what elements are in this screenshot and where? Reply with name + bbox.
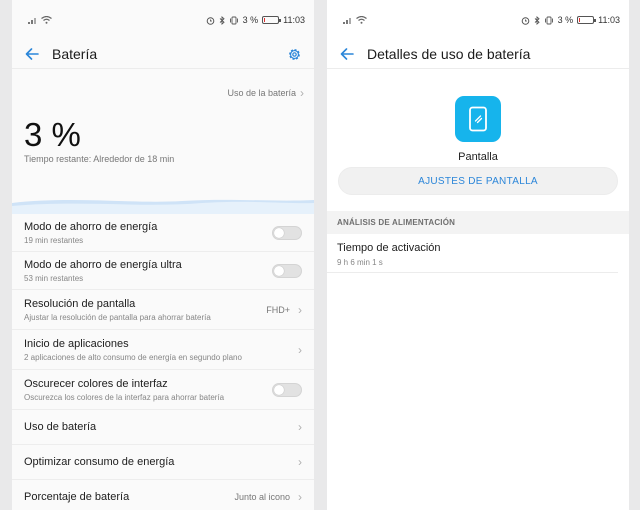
battery-screen: 3 % 11:03 Batería Uso de la batería › 3 … — [12, 0, 314, 510]
status-bar: 3 % 11:03 — [12, 0, 314, 40]
item-title: Modo de ahorro de energía — [24, 220, 158, 233]
page-title: Detalles de uso de batería — [367, 46, 531, 62]
percentage-position-value: Junto al icono — [234, 492, 290, 502]
ultra-power-saving-toggle[interactable] — [272, 263, 302, 278]
battery-usage-link[interactable]: Uso de la batería › — [12, 69, 314, 103]
item-title: Optimizar consumo de energía — [24, 456, 175, 468]
clock: 11:03 — [598, 15, 620, 25]
list-item-battery-usage[interactable]: Uso de batería › — [12, 410, 314, 445]
clock: 11:03 — [283, 15, 305, 25]
alarm-icon — [521, 16, 529, 25]
back-arrow-icon[interactable] — [337, 44, 357, 64]
wifi-icon — [41, 16, 52, 24]
list-item-power-saving[interactable]: Modo de ahorro de energía 19 min restant… — [12, 214, 314, 252]
battery-wave — [12, 199, 314, 214]
battery-usage-link-label: Uso de la batería — [227, 88, 296, 98]
wifi-icon — [356, 16, 367, 24]
divider — [327, 68, 629, 69]
display-settings-button[interactable]: AJUSTES DE PANTALLA — [338, 167, 618, 195]
detail-value: 9 h 6 min 1 s — [337, 258, 383, 267]
back-arrow-icon[interactable] — [22, 44, 42, 64]
item-subtitle: Ajustar la resolución de pantalla para a… — [24, 312, 211, 322]
item-title: Oscurecer colores de interfaz — [24, 377, 168, 390]
app-bar: Batería — [12, 40, 314, 68]
page-title: Batería — [52, 46, 98, 62]
chevron-right-icon: › — [298, 420, 302, 434]
alarm-icon — [206, 16, 214, 25]
app-name: Pantalla — [458, 151, 498, 163]
darken-colors-toggle[interactable] — [272, 382, 302, 397]
chevron-right-icon: › — [298, 342, 302, 357]
battery-percent-text: 3 % — [242, 15, 259, 25]
item-subtitle: 53 min restantes — [24, 273, 84, 283]
list-item-battery-percentage[interactable]: Porcentaje de batería Junto al icono › — [12, 480, 314, 510]
item-title: Modo de ahorro de energía ultra — [24, 258, 182, 271]
gear-icon[interactable] — [284, 44, 304, 64]
chevron-right-icon: › — [298, 302, 302, 317]
vibrate-icon — [229, 16, 238, 24]
item-subtitle: 19 min restantes — [24, 235, 84, 245]
remaining-time: Tiempo restante: Alrededor de 18 min — [24, 154, 175, 164]
display-app-icon — [455, 96, 501, 142]
item-title: Inicio de aplicaciones — [24, 337, 129, 350]
battery-percent: 3 % — [24, 116, 81, 153]
detail-title: Tiempo de activación — [337, 242, 441, 254]
settings-list: Modo de ahorro de energía 19 min restant… — [12, 214, 314, 510]
item-title: Porcentaje de batería — [24, 491, 130, 503]
chevron-right-icon: › — [298, 455, 302, 469]
activation-time-row: Tiempo de activación 9 h 6 min 1 s — [327, 234, 618, 273]
list-item-screen-resolution[interactable]: Resolución de pantalla Ajustar la resolu… — [12, 290, 314, 330]
status-bar: 3 % 11:03 — [327, 0, 629, 40]
bluetooth-icon — [219, 15, 225, 25]
app-bar: Detalles de uso de batería — [327, 40, 629, 68]
bluetooth-icon — [534, 15, 540, 25]
chevron-right-icon: › — [298, 490, 302, 504]
item-subtitle: 2 aplicaciones de alto consumo de energí… — [24, 352, 242, 362]
signal-icon — [28, 18, 36, 24]
item-subtitle: Oscurezca los colores de la interfaz par… — [24, 392, 225, 402]
signal-icon — [343, 18, 351, 24]
list-item-app-launch[interactable]: Inicio de aplicaciones 2 aplicaciones de… — [12, 330, 314, 370]
power-saving-toggle[interactable] — [272, 225, 302, 240]
battery-icon — [577, 16, 597, 24]
item-title: Resolución de pantalla — [24, 297, 136, 310]
list-item-optimize[interactable]: Optimizar consumo de energía › — [12, 445, 314, 480]
section-header: ANÁLISIS DE ALIMENTACIÓN — [327, 211, 629, 234]
list-item-darken-colors[interactable]: Oscurecer colores de interfaz Oscurezca … — [12, 370, 314, 410]
resolution-value: FHD+ — [266, 304, 290, 315]
chevron-right-icon: › — [300, 86, 304, 100]
battery-details-screen: 3 % 11:03 Detalles de uso de batería Pan… — [327, 0, 629, 510]
vibrate-icon — [544, 16, 553, 24]
battery-icon — [262, 16, 282, 24]
battery-percent-text: 3 % — [557, 15, 574, 25]
list-item-ultra-power-saving[interactable]: Modo de ahorro de energía ultra 53 min r… — [12, 252, 314, 290]
item-title: Uso de batería — [24, 421, 97, 433]
